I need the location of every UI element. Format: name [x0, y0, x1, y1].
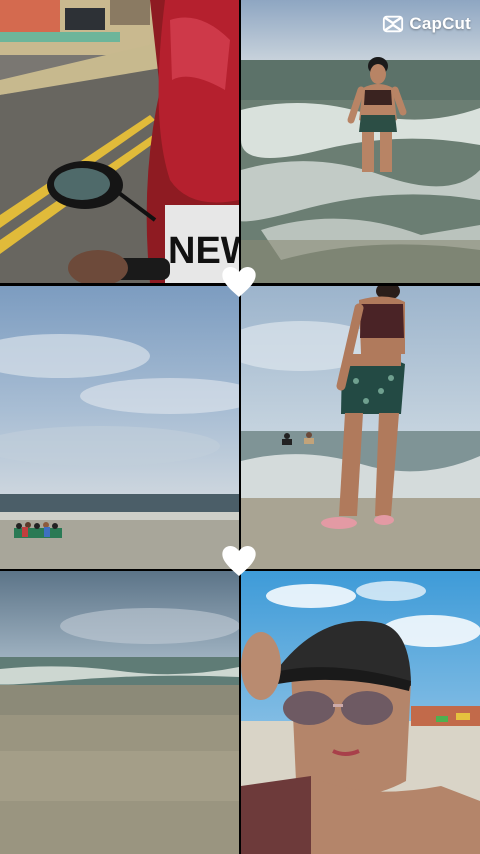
heart-icon: [219, 262, 259, 302]
photo-motorcycle-ride: NEW: [0, 0, 239, 283]
photo-calm-shoreline: [0, 571, 239, 854]
photo-cloudy-beach-horizon: [0, 286, 239, 569]
capcut-logo-icon: [383, 15, 404, 33]
capcut-watermark: CapCut: [382, 13, 471, 35]
photo-collage: NEW CapCut: [0, 0, 480, 854]
heart-icon: [219, 541, 259, 581]
photo-selfie-with-cap: [241, 571, 480, 854]
photo-woman-in-surf: CapCut: [241, 0, 480, 283]
capcut-brand-text: CapCut: [409, 14, 471, 33]
photo-woman-walking-shore: [241, 286, 480, 569]
